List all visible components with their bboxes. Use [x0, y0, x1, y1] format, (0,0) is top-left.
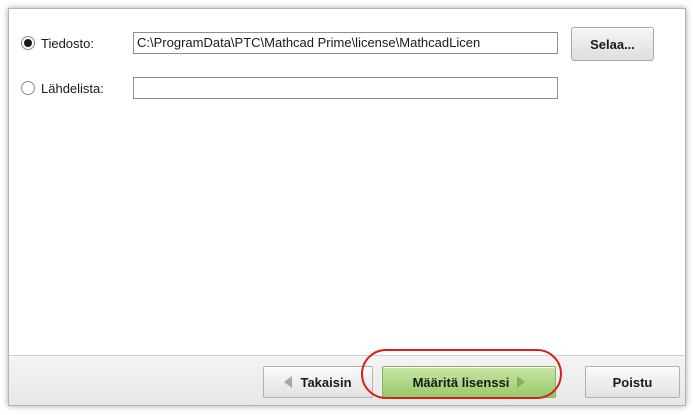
- dialog-footer: Takaisin Määritä lisenssi Poistu: [9, 355, 685, 405]
- browse-button[interactable]: Selaa...: [571, 27, 654, 61]
- apply-license-button[interactable]: Määritä lisenssi: [382, 366, 556, 398]
- file-option-label: Tiedosto:: [41, 35, 94, 51]
- source-list-option-label: Lähdelista:: [41, 80, 104, 96]
- exit-button[interactable]: Poistu: [585, 366, 680, 398]
- triangle-left-icon: [284, 376, 293, 388]
- back-button-label: Takaisin: [300, 374, 352, 390]
- source-list-option-row[interactable]: Lähdelista:: [21, 76, 141, 100]
- file-option-row[interactable]: Tiedosto:: [21, 31, 141, 55]
- back-button[interactable]: Takaisin: [263, 366, 373, 398]
- source-list-radio[interactable]: [21, 81, 35, 95]
- license-dialog: Tiedosto: C:\ProgramData\PTC\Mathcad Pri…: [8, 8, 686, 406]
- source-list-input[interactable]: [133, 77, 558, 99]
- apply-license-button-label: Määritä lisenssi: [412, 374, 510, 390]
- file-path-input[interactable]: C:\ProgramData\PTC\Mathcad Prime\license…: [133, 32, 558, 54]
- file-radio[interactable]: [21, 36, 35, 50]
- triangle-right-icon: [517, 376, 526, 388]
